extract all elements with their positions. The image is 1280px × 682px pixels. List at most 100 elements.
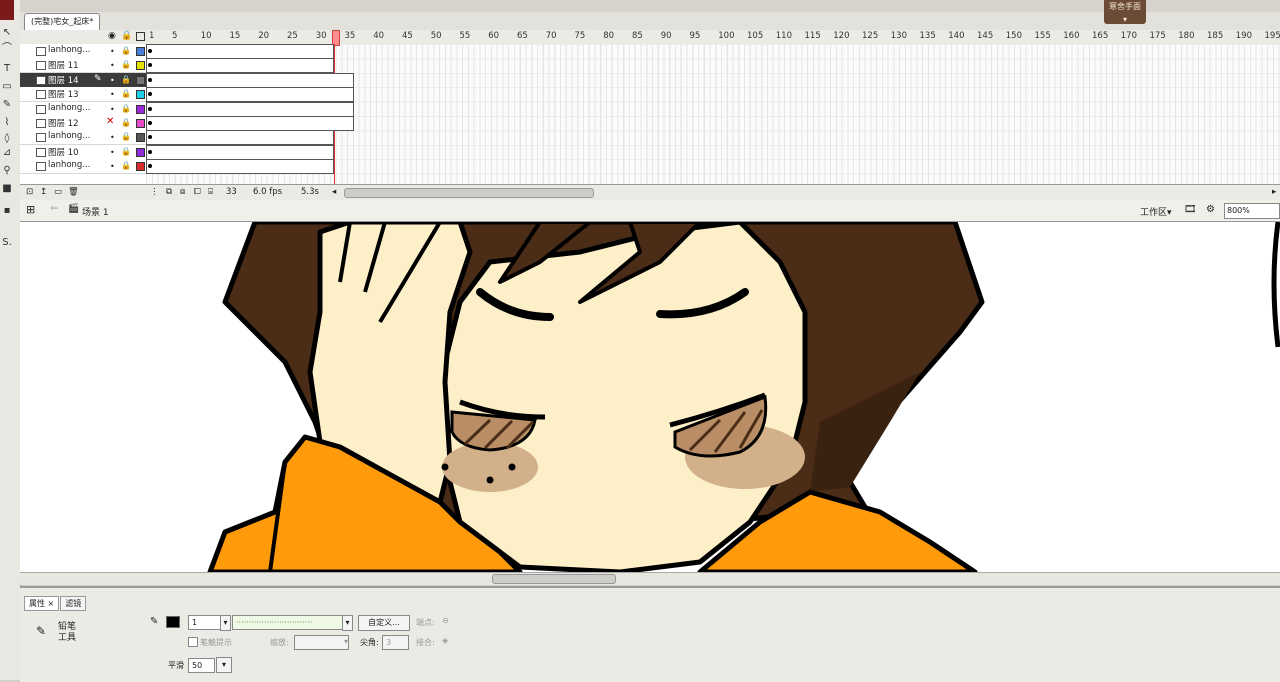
stage-scrollbar[interactable] — [20, 572, 1280, 585]
lock-all-icon[interactable]: 🔒 — [121, 31, 132, 41]
timeline-toggle-icon[interactable]: ⊞ — [26, 203, 35, 216]
edit-multiple-icon[interactable]: ⧠ — [194, 187, 201, 197]
add-folder-icon[interactable]: ▭ — [54, 187, 62, 197]
layer-row[interactable]: lanhong...•🔒 — [20, 130, 146, 145]
lock-icon[interactable]: 🔒 — [121, 89, 131, 98]
keyframe[interactable] — [148, 150, 152, 154]
tab-properties[interactable]: 属性 × — [24, 596, 59, 611]
visible-dot-icon[interactable]: • — [110, 133, 115, 142]
outline-color-icon[interactable] — [136, 90, 145, 99]
frame-span[interactable] — [146, 116, 354, 131]
layer-row[interactable]: 图层 13•🔒 — [20, 87, 146, 102]
outline-color-icon[interactable] — [136, 119, 145, 128]
fill-color-icon[interactable]: ▪ — [0, 204, 14, 218]
lock-icon[interactable]: 🔒 — [121, 60, 131, 69]
add-layer-icon[interactable]: ⊡ — [26, 187, 33, 197]
layer-row[interactable]: 图层 11•🔒 — [20, 58, 146, 73]
visible-dot-icon[interactable]: • — [110, 76, 115, 85]
smooth-input[interactable]: 50 — [188, 658, 215, 673]
arrow-tool-icon[interactable]: ↖ — [0, 26, 14, 40]
edit-symbol-icon[interactable]: ⚙ — [1206, 204, 1215, 215]
lock-icon[interactable]: 🔒 — [121, 132, 131, 141]
miter-input[interactable]: 3 — [382, 635, 409, 650]
keyframe[interactable] — [148, 49, 152, 53]
frame-ruler[interactable]: 1510152025303540455055606570758085909510… — [146, 30, 1280, 45]
stroke-style-arrow[interactable]: ▾ — [342, 615, 353, 631]
cap-icon[interactable]: ⊖ — [442, 616, 449, 625]
frame-span[interactable] — [146, 159, 334, 174]
onion-outline-icon[interactable]: ⧈ — [180, 187, 185, 197]
document-tab[interactable]: (完整)宅女_起床* — [24, 13, 100, 30]
layer-row[interactable]: 图层 14✎•🔒 — [20, 73, 146, 88]
delete-layer-icon[interactable]: 🗑 — [68, 187, 79, 197]
outline-color-icon[interactable] — [136, 61, 145, 70]
corner-panel-button[interactable]: 寒舍手面 ▾ — [1104, 0, 1146, 24]
layer-row[interactable]: lanhong...•🔒 — [20, 159, 146, 174]
frame-span[interactable] — [146, 44, 334, 59]
keyframe[interactable] — [148, 78, 152, 82]
outline-color-icon[interactable] — [136, 76, 145, 85]
ink-bottle-icon[interactable]: ◊ — [0, 132, 14, 146]
center-frame-icon[interactable]: ⋮ — [150, 187, 159, 197]
stage-canvas[interactable] — [20, 222, 1280, 572]
scene-label[interactable]: 场景 1 — [82, 205, 109, 218]
rectangle-tool-icon[interactable]: ▭ — [0, 80, 14, 94]
lock-icon[interactable]: 🔒 — [121, 147, 131, 156]
scale-arrow[interactable]: ▾ — [344, 637, 348, 646]
lasso-tool-icon[interactable]: ⌒ — [0, 42, 14, 56]
outline-color-icon[interactable] — [136, 133, 145, 142]
timeline-scroll-thumb[interactable] — [344, 188, 594, 198]
eye-icon[interactable]: ◉ — [108, 31, 116, 41]
zoom-tool-icon[interactable]: ⚲ — [0, 164, 14, 178]
hidden-icon[interactable]: ✕ — [106, 116, 114, 127]
lock-icon[interactable]: 🔒 — [121, 104, 131, 113]
custom-button[interactable]: 自定义... — [358, 615, 410, 631]
stroke-style-select[interactable]: ‧‧‧‧‧‧‧‧‧‧‧‧‧‧‧‧‧‧‧‧‧‧‧‧‧‧‧‧‧‧ — [232, 615, 343, 630]
onion-skin-icon[interactable]: ⧉ — [166, 187, 172, 197]
outline-all-icon[interactable] — [136, 32, 145, 41]
outline-color-icon[interactable] — [136, 162, 145, 171]
scale-select[interactable] — [294, 635, 349, 650]
frame-span[interactable] — [146, 102, 354, 117]
stroke-color-icon[interactable]: ■ — [0, 182, 14, 196]
frame-span[interactable] — [146, 130, 334, 145]
visible-dot-icon[interactable]: • — [110, 105, 115, 114]
outline-color-icon[interactable] — [136, 47, 145, 56]
visible-dot-icon[interactable]: • — [110, 162, 115, 171]
frame-span[interactable] — [146, 58, 334, 73]
lock-icon[interactable]: 🔒 — [121, 118, 131, 127]
visible-dot-icon[interactable]: • — [110, 90, 115, 99]
smooth-arrow[interactable]: ▾ — [216, 657, 232, 673]
visible-dot-icon[interactable]: • — [110, 47, 115, 56]
back-arrow-icon[interactable]: ⇐ — [50, 203, 58, 214]
stroke-size-input[interactable]: 1 — [188, 615, 221, 630]
scroll-left-icon[interactable]: ◂ — [332, 187, 336, 197]
stroke-color-swatch[interactable] — [166, 616, 180, 628]
visible-dot-icon[interactable]: • — [110, 148, 115, 157]
frame-span[interactable] — [146, 87, 354, 102]
pencil-tool-icon[interactable]: ✎ — [0, 98, 14, 112]
lock-icon[interactable]: 🔒 — [121, 46, 131, 55]
outline-color-icon[interactable] — [136, 105, 145, 114]
layer-row[interactable]: 图层 10•🔒 — [20, 145, 146, 160]
text-tool-icon[interactable]: T — [0, 62, 14, 76]
visible-dot-icon[interactable]: • — [110, 61, 115, 70]
brush-tool-icon[interactable]: ⌇ — [0, 116, 14, 130]
stroke-size-arrow[interactable]: ▾ — [220, 615, 231, 631]
hinting-checkbox[interactable] — [188, 637, 198, 647]
frame-span[interactable] — [146, 145, 334, 160]
join-icon[interactable]: ◈ — [442, 636, 448, 645]
edit-scene-icon[interactable]: 🎞 — [1184, 204, 1197, 215]
outline-color-icon[interactable] — [136, 148, 145, 157]
layer-row[interactable]: lanhong...•🔒 — [20, 44, 146, 59]
keyframe[interactable] — [148, 107, 152, 111]
keyframe[interactable] — [148, 121, 152, 125]
tab-filters[interactable]: 滤镜 — [60, 596, 86, 611]
add-guide-icon[interactable]: ↥ — [40, 187, 47, 197]
frame-rate[interactable]: 6.0 fps — [253, 187, 282, 197]
frame-span[interactable] — [146, 73, 354, 88]
lock-icon[interactable]: 🔒 — [121, 75, 131, 84]
workspace-button[interactable]: 工作区▾ — [1140, 205, 1172, 218]
stage-scroll-thumb[interactable] — [492, 574, 616, 584]
lock-icon[interactable]: 🔒 — [121, 161, 131, 170]
